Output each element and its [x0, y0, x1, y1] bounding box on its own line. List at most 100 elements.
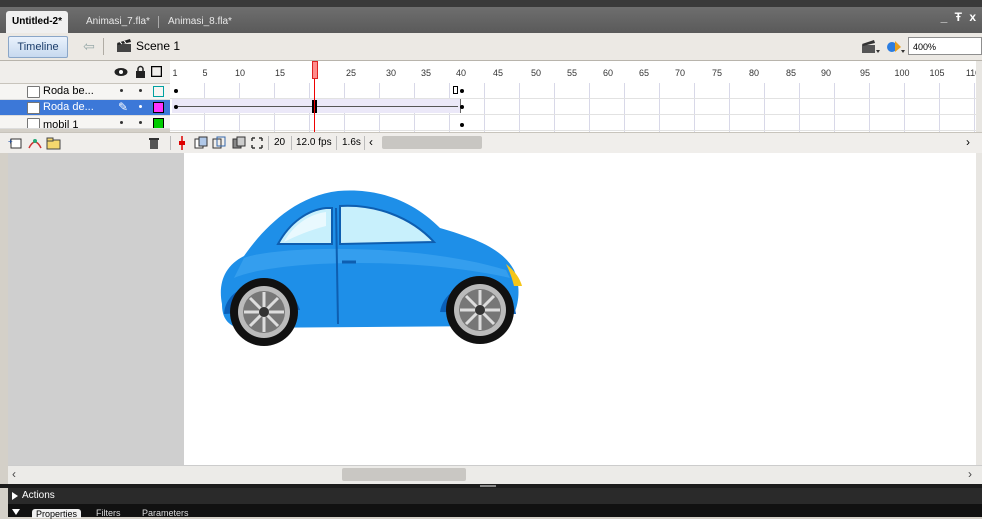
current-frame-readout: 20	[274, 137, 286, 148]
separator	[170, 136, 171, 150]
playhead-line	[314, 79, 315, 132]
separator	[291, 136, 292, 150]
expand-triangle-icon[interactable]	[12, 492, 18, 500]
layer-row-roda-belakang[interactable]: Roda be...	[0, 84, 170, 100]
frame-row[interactable]	[170, 115, 976, 131]
insert-layer-icon[interactable]: +	[8, 136, 24, 150]
timeline-toggle-button[interactable]: Timeline	[8, 36, 68, 58]
doc-tab-animasi-7[interactable]: Animasi_7.fla*	[80, 11, 156, 33]
scroll-right-arrow-icon[interactable]: ›	[966, 135, 970, 149]
ruler-number: 105	[929, 68, 945, 78]
edit-scene-icon[interactable]	[860, 38, 880, 55]
zoom-select[interactable]: 400%	[908, 37, 982, 55]
timeline-status-bar: + 20 12.0 fps 1.6s ‹ ›	[0, 132, 982, 154]
scene-clapper-icon	[117, 39, 131, 52]
layer-row-mobil-1[interactable]: mobil 1	[0, 116, 170, 129]
scene-label[interactable]: Scene 1	[136, 39, 180, 53]
layer-name[interactable]: mobil 1	[43, 119, 78, 128]
visibility-dot[interactable]	[139, 105, 142, 108]
frames-area[interactable]	[170, 83, 976, 132]
front-wheel	[446, 276, 514, 344]
playhead[interactable]	[312, 61, 318, 132]
ruler-number: 70	[674, 68, 686, 78]
add-motion-guide-icon[interactable]	[27, 136, 43, 150]
ruler-number: 35	[420, 68, 432, 78]
ruler-number: 50	[530, 68, 542, 78]
timeline-vertical-scrollbar[interactable]	[976, 61, 982, 132]
panel-collapse-handle[interactable]	[480, 485, 496, 487]
delete-layer-icon[interactable]	[148, 136, 160, 150]
keyframe[interactable]	[460, 89, 464, 93]
ruler-number: 5	[202, 68, 208, 78]
lock-dot[interactable]	[139, 89, 142, 92]
ruler-number: 95	[859, 68, 871, 78]
separator	[103, 38, 104, 55]
window-top-border	[0, 0, 982, 7]
visibility-dot[interactable]	[120, 89, 123, 92]
ruler-number: 75	[711, 68, 723, 78]
stage-scroll-thumb[interactable]	[342, 468, 466, 481]
frame-row[interactable]	[170, 99, 976, 115]
layer-name[interactable]: Roda be...	[43, 85, 94, 97]
timeline-horizontal-scroll-thumb[interactable]	[382, 136, 482, 149]
tween-arrow	[178, 106, 458, 107]
ruler-number: 40	[455, 68, 467, 78]
frame-row[interactable]	[170, 83, 976, 99]
scroll-left-arrow-icon[interactable]: ‹	[12, 467, 16, 481]
ruler-number: 25	[345, 68, 357, 78]
end-frame[interactable]	[453, 86, 458, 94]
left-border	[0, 153, 8, 484]
document-tab-bar: Untitled-2* Animasi_7.fla* Animasi_8.fla…	[0, 7, 982, 33]
edit-multiple-frames-icon[interactable]	[232, 136, 246, 150]
layer-header	[0, 61, 170, 84]
modify-onion-markers-icon[interactable]	[250, 136, 264, 150]
keyframe[interactable]	[460, 123, 464, 127]
scroll-right-arrow-icon[interactable]: ›	[968, 467, 972, 481]
visibility-dot[interactable]	[120, 121, 123, 124]
separator	[364, 136, 365, 150]
stage-horizontal-scrollbar[interactable]: ‹ ›	[8, 465, 982, 484]
outline-icon[interactable]	[151, 66, 162, 77]
keyframe[interactable]	[174, 105, 178, 109]
onion-skin-outlines-icon[interactable]	[212, 136, 226, 150]
layer-icon	[27, 86, 40, 98]
car-graphic[interactable]	[214, 186, 530, 358]
ruler-number: 55	[566, 68, 578, 78]
actions-panel-header[interactable]: Actions	[8, 488, 982, 504]
ruler-number: 10	[234, 68, 246, 78]
playhead-handle[interactable]	[312, 61, 318, 79]
layer-icon	[27, 118, 40, 128]
lock-dot[interactable]	[139, 121, 142, 124]
ruler-number: 30	[385, 68, 397, 78]
frame-ruler[interactable]: 1 5 10 15 25 30 35 40 45 50 55 60 65 70 …	[170, 61, 976, 84]
window-controls[interactable]: _ Ŧ x	[941, 10, 978, 24]
eye-icon[interactable]	[114, 67, 128, 77]
edit-bar: Timeline ⇦ Scene 1 400%	[0, 33, 982, 61]
layer-row-roda-depan[interactable]: Roda de... ✎	[0, 100, 170, 116]
keyframe[interactable]	[460, 105, 464, 109]
ruler-number: 65	[638, 68, 650, 78]
edit-symbols-icon[interactable]	[885, 38, 905, 55]
insert-layer-folder-icon[interactable]	[46, 136, 62, 150]
onion-skin-icon[interactable]	[194, 136, 208, 150]
frame-rate-readout[interactable]: 12.0 fps	[296, 137, 332, 148]
ruler-number: 15	[274, 68, 286, 78]
center-frame-icon[interactable]	[178, 136, 186, 150]
layer-name[interactable]: Roda de...	[43, 101, 94, 113]
lock-icon[interactable]	[135, 65, 146, 78]
keyframe[interactable]	[174, 89, 178, 93]
layer-outline-color[interactable]	[153, 86, 164, 97]
doc-tab-animasi-8[interactable]: Animasi_8.fla*	[162, 11, 238, 33]
collapse-triangle-icon[interactable]	[12, 509, 20, 515]
elapsed-time-readout: 1.6s	[342, 137, 361, 148]
stage-vertical-scrollbar[interactable]	[976, 153, 982, 465]
actions-panel-title[interactable]: Actions	[22, 490, 55, 501]
properties-panel-header: Properties Filters Parameters	[8, 504, 982, 519]
layer-outline-color[interactable]	[153, 118, 164, 128]
scroll-left-arrow-icon[interactable]: ‹	[369, 135, 373, 149]
layer-outline-color[interactable]	[153, 102, 164, 113]
doc-tab-untitled-2[interactable]: Untitled-2*	[6, 11, 68, 33]
ruler-number: 80	[748, 68, 760, 78]
back-arrow-icon[interactable]: ⇦	[80, 37, 98, 55]
ruler-number: 100	[894, 68, 910, 78]
